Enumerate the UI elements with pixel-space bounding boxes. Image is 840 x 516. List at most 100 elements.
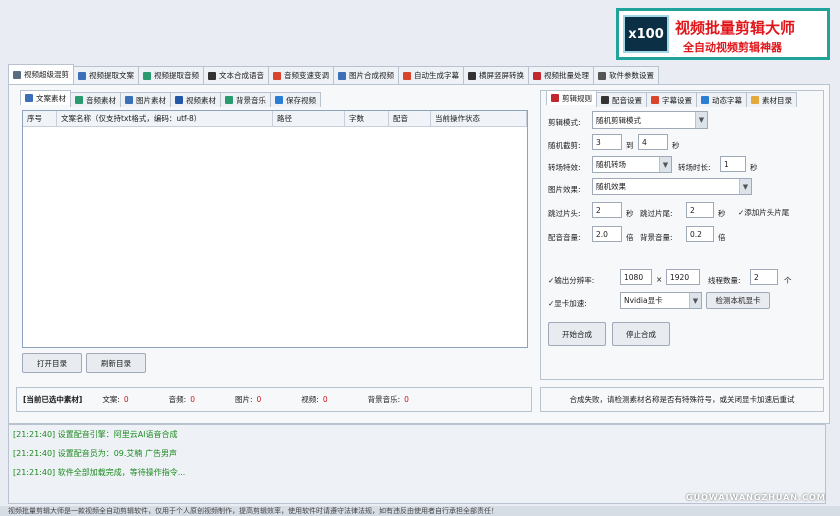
main-tab-7[interactable]: 横屏竖屏转换	[463, 66, 529, 84]
status-label: 背景音乐:	[367, 395, 401, 404]
start-compose-button[interactable]: 开始合成	[548, 322, 606, 346]
scissors-icon	[13, 70, 21, 79]
clip-to-label: 到	[626, 141, 634, 150]
transition-select[interactable]: 随机转场 ▼	[592, 156, 672, 173]
resolution-label: 输出分辨率:	[554, 276, 595, 285]
skip-head-unit: 秒	[626, 209, 634, 218]
resolution-height-input[interactable]: 1920	[666, 269, 700, 285]
material-tab-5[interactable]: 保存视频	[270, 92, 321, 107]
table-header: 序号 文案名称（仅支持txt格式，编码：utf-8） 路径 字数 配音 当前操作状态	[23, 111, 527, 127]
main-tab-9[interactable]: 软件参数设置	[593, 66, 659, 84]
document-icon	[78, 71, 86, 80]
error-message: 合成失败，请检测素材名称是否有特殊符号，或关闭显卡加速后重试	[540, 387, 824, 412]
settings-tab-4[interactable]: 素材目录	[746, 92, 797, 107]
chevron-down-icon: ▼	[689, 293, 701, 308]
gpu-value: Nvidia显卡	[624, 296, 663, 305]
resolution-width-input[interactable]: 1080	[620, 269, 652, 285]
clip-max-input[interactable]: 4	[638, 134, 668, 150]
column-header[interactable]: 序号	[23, 111, 57, 126]
microphone-icon	[601, 96, 609, 104]
app-banner: x100 视频批量剪辑大师 全自动视频剪辑神器	[616, 8, 830, 60]
log-line: [21:21:40] 设置配音员为：09.艾楠 广告男声	[13, 449, 177, 458]
material-tab-label: 文案素材	[36, 93, 66, 103]
material-tab-1[interactable]: 音频素材	[70, 92, 121, 107]
settings-tab-0[interactable]: 剪辑规则	[546, 90, 597, 105]
folder-icon	[751, 96, 759, 104]
app-logo: x100	[623, 15, 669, 53]
microphone-icon	[208, 71, 216, 80]
bgm-volume-input[interactable]: 0.2	[686, 226, 714, 242]
material-tab-label: 视频素材	[186, 95, 216, 105]
gpu-select[interactable]: Nvidia显卡 ▼	[620, 292, 702, 309]
settings-tab-label: 素材目录	[762, 95, 792, 105]
log-line: [21:21:40] 设置配音引擎：阿里云AI语音合成	[13, 430, 178, 439]
transition-duration-input[interactable]: 1	[720, 156, 746, 172]
main-tab-1[interactable]: 视频提取文案	[73, 66, 139, 84]
main-tab-2[interactable]: 视频提取音频	[138, 66, 204, 84]
main-tab-label: 视频提取音频	[154, 71, 199, 80]
main-tab-3[interactable]: 文本合成语音	[203, 66, 269, 84]
picture-icon	[125, 96, 133, 104]
text-icon	[701, 96, 709, 104]
material-tab-4[interactable]: 背景音乐	[220, 92, 271, 107]
resolution-checkbox[interactable]: ✓输出分辨率:	[548, 275, 594, 286]
detect-gpu-button[interactable]: 检测本机显卡	[706, 292, 770, 309]
selected-material-status: [当前已选中素材] 文案: 0 音频: 0 图片: 0 视频: 0 背景音乐: 0	[16, 387, 532, 412]
film-icon	[533, 71, 541, 80]
column-header[interactable]: 配音	[389, 111, 431, 126]
material-tab-3[interactable]: 视频素材	[170, 92, 221, 107]
gpu-accel-checkbox[interactable]: ✓显卡加速:	[548, 298, 587, 309]
material-table[interactable]: 序号 文案名称（仅支持txt格式，编码：utf-8） 路径 字数 配音 当前操作状态	[22, 110, 528, 348]
main-tab-label: 视频超级混剪	[24, 70, 69, 79]
column-header[interactable]: 文案名称（仅支持txt格式，编码：utf-8）	[57, 111, 273, 126]
threads-input[interactable]: 2	[750, 269, 778, 285]
clip-label: 随机截剪:	[548, 141, 581, 150]
bgm-volume-label: 背景音量:	[640, 233, 673, 242]
skip-tail-unit: 秒	[718, 209, 726, 218]
font-icon	[403, 71, 411, 80]
mode-select[interactable]: 随机剪辑模式 ▼	[592, 111, 708, 129]
main-tab-bar: 视频超级混剪 视频提取文案 视频提取音频 文本合成语音 音频变速变调 图片合成视频 自动生成…	[8, 64, 659, 84]
settings-tab-1[interactable]: 配音设置	[596, 92, 647, 107]
bgm-volume-unit: 倍	[718, 233, 726, 242]
log-line: [21:21:40] 软件全部加载完成，等待操作指令...	[13, 468, 186, 477]
main-tab-5[interactable]: 图片合成视频	[333, 66, 399, 84]
column-header[interactable]: 路径	[273, 111, 345, 126]
skip-head-input[interactable]: 2	[592, 202, 622, 218]
main-tab-8[interactable]: 视频批量处理	[528, 66, 594, 84]
settings-tab-3[interactable]: 动态字幕	[696, 92, 747, 107]
open-directory-button[interactable]: 打开目录	[22, 353, 82, 373]
material-tab-label: 保存视频	[286, 95, 316, 105]
column-header[interactable]: 当前操作状态	[431, 111, 527, 126]
material-tab-2[interactable]: 图片素材	[120, 92, 171, 107]
main-tab-6[interactable]: 自动生成字幕	[398, 66, 464, 84]
column-header[interactable]: 字数	[345, 111, 389, 126]
stop-compose-button[interactable]: 停止合成	[612, 322, 670, 346]
document-icon	[25, 94, 33, 102]
mode-value: 随机剪辑模式	[596, 115, 641, 125]
status-label: 视频:	[301, 395, 319, 404]
mode-label: 剪辑模式:	[548, 118, 581, 127]
settings-tab-label: 剪辑规则	[562, 93, 592, 103]
add-head-tail-checkbox[interactable]: ✓添加片头片尾	[738, 207, 789, 218]
main-tab-0[interactable]: 视频超级混剪	[8, 64, 74, 84]
status-label: 图片:	[234, 395, 253, 404]
image-effect-select[interactable]: 随机效果 ▼	[592, 178, 752, 195]
main-tab-4[interactable]: 音频变速变调	[268, 66, 334, 84]
voice-volume-input[interactable]: 2.0	[592, 226, 622, 242]
watermark: GUOWAIWANGZHUAN.COM	[686, 493, 826, 502]
main-tab-label: 自动生成字幕	[414, 71, 459, 80]
resolution-separator: ×	[656, 275, 663, 284]
status-count: 0	[322, 395, 328, 404]
clip-min-input[interactable]: 3	[592, 134, 622, 150]
rotate-icon	[468, 71, 476, 80]
refresh-directory-button[interactable]: 刷新目录	[86, 353, 146, 373]
settings-tab-label: 动态字幕	[712, 95, 742, 105]
footer-notice: 视频批量剪辑大师是一款视频全自动剪辑软件，仅用于个人原创视频制作，提高剪辑效率，…	[0, 506, 840, 516]
material-tab-0[interactable]: 文案素材	[20, 90, 71, 105]
log-panel[interactable]: [21:21:40] 设置配音引擎：阿里云AI语音合成 [21:21:40] 设置…	[8, 424, 826, 504]
voice-volume-unit: 倍	[626, 233, 634, 242]
settings-tab-2[interactable]: 字幕设置	[646, 92, 697, 107]
skip-tail-input[interactable]: 2	[686, 202, 714, 218]
gear-icon	[598, 71, 606, 80]
